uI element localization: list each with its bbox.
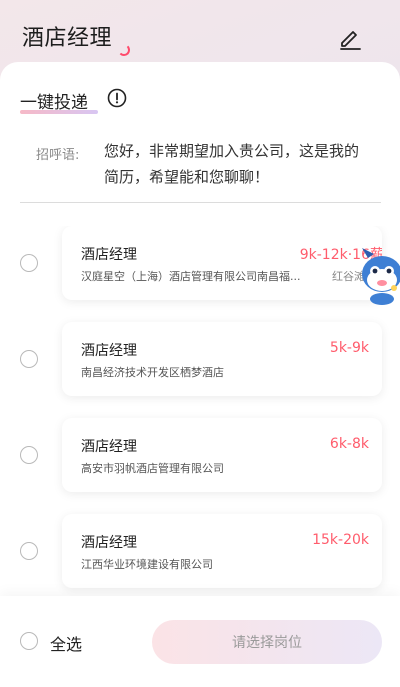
info-button[interactable] (107, 88, 127, 108)
job-company: 汉庭星空（上海）酒店管理有限公司南昌福... (81, 270, 301, 283)
job-card[interactable]: 酒店经理 6k-8k 高安市羽帆酒店管理有限公司 (62, 418, 382, 492)
job-title: 酒店经理 (81, 439, 137, 455)
submit-button[interactable]: 请选择岗位 (152, 620, 382, 664)
job-radio[interactable] (20, 446, 38, 464)
edit-icon (340, 31, 361, 50)
job-title: 酒店经理 (81, 343, 137, 359)
top-bar: 酒店经理 (0, 0, 400, 70)
select-all-radio[interactable] (20, 632, 38, 650)
loading-indicator-icon (118, 44, 130, 56)
mascot-icon (362, 248, 400, 305)
greeting-label: 招呼语: (36, 148, 80, 163)
job-card[interactable]: 酒店经理 5k-9k 南昌经济技术开发区栖梦酒店 (62, 322, 382, 396)
list-item[interactable]: 酒店经理 15k-20k 江西华业环境建设有限公司 (0, 514, 400, 590)
divider (20, 202, 381, 203)
job-radio[interactable] (20, 542, 38, 560)
job-card[interactable]: 酒店经理 15k-20k 江西华业环境建设有限公司 (62, 514, 382, 588)
job-card[interactable]: 酒店经理 9k-12k·16薪 汉庭星空（上海）酒店管理有限公司南昌福... 红… (62, 226, 382, 300)
job-salary: 5k-9k (329, 340, 369, 356)
job-list: 酒店经理 9k-12k·16薪 汉庭星空（上海）酒店管理有限公司南昌福... 红… (0, 226, 400, 596)
page-title: 酒店经理 (22, 26, 113, 51)
job-company: 江西华业环境建设有限公司 (81, 558, 213, 571)
greeting-text[interactable]: 您好，非常期望加入贵公司，这是我的简历，希望能和您聊聊！ (104, 138, 360, 190)
job-salary: 15k-20k (312, 532, 369, 548)
job-radio[interactable] (20, 254, 38, 272)
job-company: 南昌经济技术开发区栖梦酒店 (81, 366, 224, 379)
select-all-label[interactable]: 全选 (50, 631, 82, 655)
job-company: 高安市羽帆酒店管理有限公司 (81, 462, 224, 475)
list-item[interactable]: 酒店经理 5k-9k 南昌经济技术开发区栖梦酒店 (0, 322, 400, 398)
job-title: 酒店经理 (81, 535, 137, 551)
info-icon (107, 88, 127, 108)
footer-bar: 全选 请选择岗位 (0, 596, 400, 687)
mascot-button[interactable] (358, 244, 400, 306)
list-item[interactable]: 酒店经理 6k-8k 高安市羽帆酒店管理有限公司 (0, 418, 400, 494)
job-radio[interactable] (20, 350, 38, 368)
list-item[interactable]: 酒店经理 9k-12k·16薪 汉庭星空（上海）酒店管理有限公司南昌福... 红… (0, 226, 400, 302)
section-title-underline (20, 110, 98, 114)
job-salary: 6k-8k (329, 436, 369, 452)
edit-button[interactable] (336, 24, 364, 52)
job-title: 酒店经理 (81, 247, 137, 263)
